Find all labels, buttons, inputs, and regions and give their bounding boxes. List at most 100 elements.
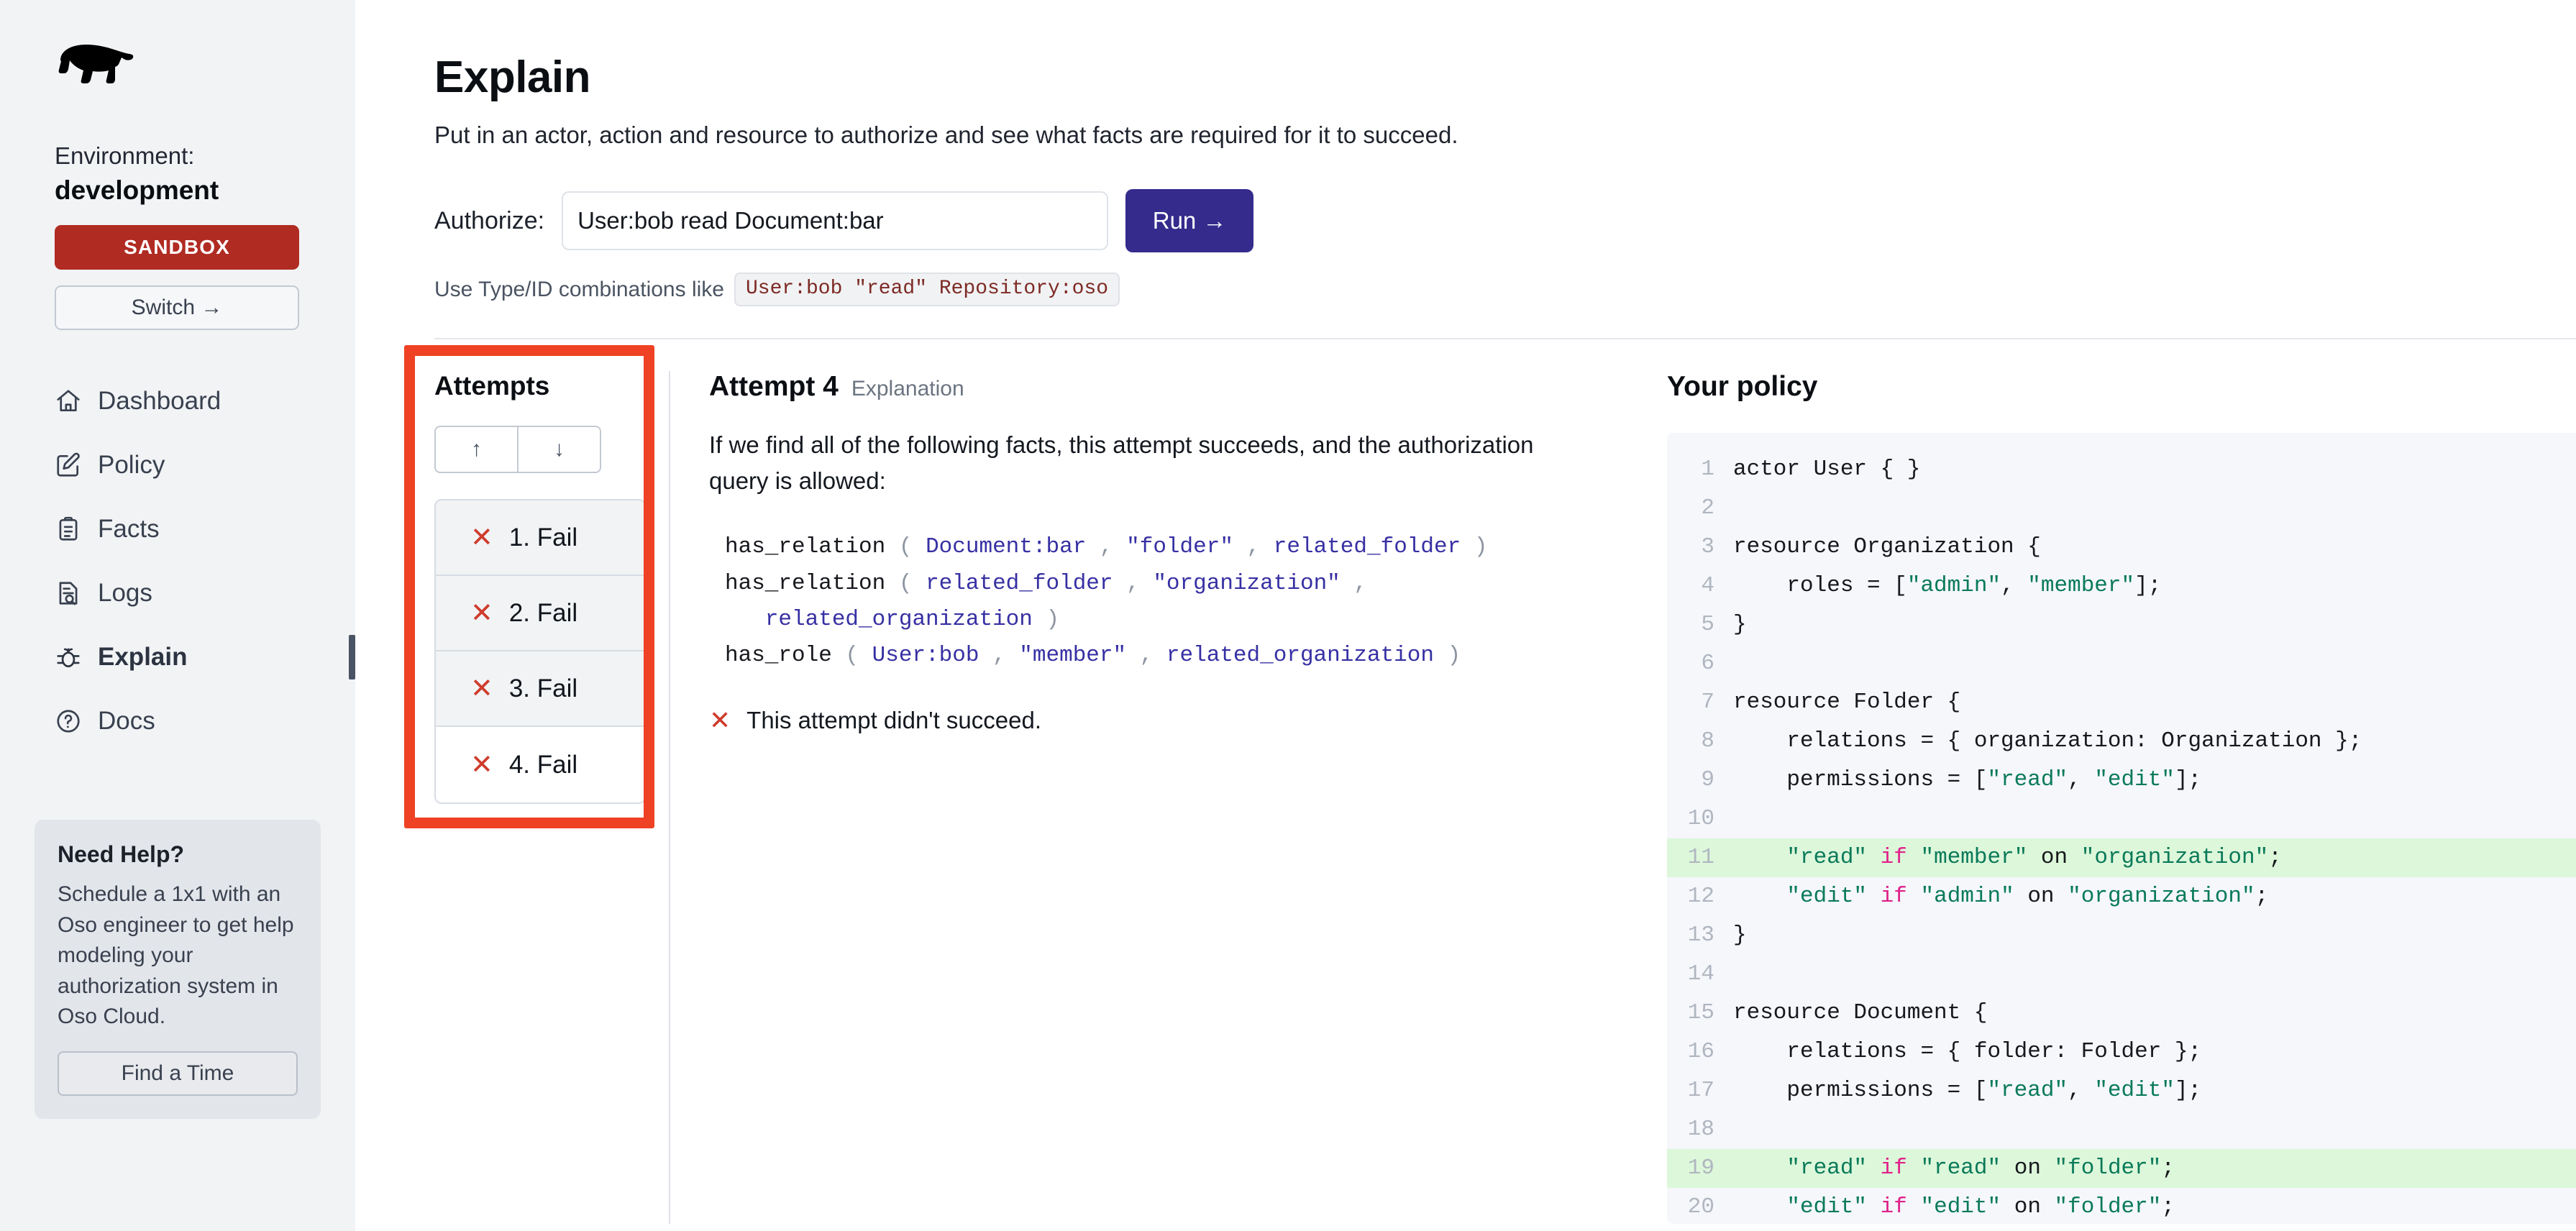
sidebar-item-label: Dashboard: [98, 387, 221, 416]
question-circle-icon: [57, 710, 80, 733]
code-line: 12 "edit" if "admin" on "organization";: [1667, 877, 2576, 916]
fact-line: has_relation ( Document:bar , "folder" ,…: [725, 529, 1641, 565]
logo[interactable]: [0, 39, 355, 108]
hint-code-chip: User:bob "read" Repository:oso: [734, 273, 1120, 306]
code-line: 16 relations = { folder: Folder };: [1667, 1033, 2576, 1071]
attempt-list-item[interactable]: ✕ 2. Fail: [436, 576, 644, 651]
x-icon: ✕: [709, 705, 731, 736]
fact-token: has_relation: [725, 534, 886, 560]
attempts-title: Attempts: [434, 371, 550, 401]
explanation-heading: Attempt 4: [709, 371, 839, 402]
attempts-sort-group: ↑ ↓: [434, 426, 601, 473]
sidebar: Environment: development SANDBOX Switch …: [0, 0, 355, 1231]
line-number: 19: [1687, 1156, 1714, 1181]
bug-icon: [57, 648, 80, 667]
sidebar-nav: Dashboard Policy Facts Logs Explain Docs: [0, 369, 355, 753]
sidebar-item-policy[interactable]: Policy: [0, 433, 355, 497]
sort-descending-button[interactable]: ↓: [518, 426, 601, 473]
code-line: 5}: [1667, 605, 2576, 644]
home-icon: [57, 390, 80, 411]
x-icon: ✕: [470, 522, 493, 553]
code-text: relations = { organization: Organization…: [1733, 728, 2362, 754]
fact-token: User:bob: [872, 642, 979, 668]
line-number: 16: [1687, 1039, 1714, 1064]
code-line: 20 "edit" if "edit" on "folder";: [1667, 1188, 2576, 1224]
fact-token: ,: [1113, 570, 1154, 596]
fact-token: (: [831, 642, 872, 668]
active-nav-indicator: [349, 635, 355, 680]
code-line: 13}: [1667, 916, 2576, 955]
fact-token: related_folder: [1273, 534, 1461, 560]
environment-value: development: [55, 175, 219, 206]
line-number: 10: [1687, 806, 1714, 831]
attempt-label: 2. Fail: [508, 598, 578, 627]
attempt-label: 4. Fail: [508, 750, 578, 779]
fact-line: has_role ( User:bob , "member" , related…: [725, 638, 1641, 674]
sidebar-item-label: Logs: [98, 579, 152, 608]
line-number: 12: [1687, 884, 1714, 909]
run-button[interactable]: Run →: [1125, 189, 1254, 252]
attempts-list: ✕ 1. Fail ✕ 2. Fail ✕ 3. Fail ✕ 4. Fail: [434, 499, 646, 804]
attempt-label: 1. Fail: [508, 523, 578, 552]
fact-token: "organization": [1153, 570, 1340, 596]
fact-token: ,: [979, 642, 1020, 668]
attempt-label: 3. Fail: [508, 674, 578, 703]
line-number: 9: [1701, 767, 1714, 792]
x-icon: ✕: [470, 598, 493, 628]
fact-token: related_folder: [926, 570, 1113, 596]
find-a-time-button[interactable]: Find a Time: [58, 1051, 298, 1096]
main-content: Explain Put in an actor, action and reso…: [355, 0, 2576, 1231]
explanation-paragraph: If we find all of the following facts, t…: [709, 431, 1534, 495]
environment-block: Environment: development SANDBOX Switch …: [0, 108, 355, 331]
authorize-input[interactable]: [562, 191, 1109, 250]
code-line: 3 resource Organization {: [1667, 528, 2576, 567]
sort-ascending-button[interactable]: ↑: [434, 426, 518, 473]
sidebar-item-docs[interactable]: Docs: [0, 689, 355, 753]
fact-token: has_relation: [725, 570, 886, 596]
policy-code-block[interactable]: 1 actor User { } 2 3 resource Organization {…: [1667, 433, 2576, 1224]
code-text: }: [1733, 923, 1747, 948]
line-number: 7: [1701, 690, 1714, 715]
app-root: Environment: development SANDBOX Switch …: [0, 0, 2576, 1231]
sidebar-item-logs[interactable]: Logs: [0, 561, 355, 625]
line-number: 4: [1701, 573, 1714, 598]
sidebar-item-label: Facts: [98, 515, 160, 544]
page-subtitle: Put in an actor, action and resource to …: [434, 122, 1458, 148]
sidebar-item-label: Policy: [98, 451, 165, 480]
line-number: 18: [1687, 1117, 1714, 1142]
code-text: resource Folder {: [1733, 690, 1961, 715]
sidebar-item-dashboard[interactable]: Dashboard: [0, 369, 355, 433]
code-line: 14: [1667, 955, 2576, 994]
code-line: 18: [1667, 1110, 2576, 1149]
sidebar-item-explain[interactable]: Explain: [0, 625, 355, 689]
explanation-panel: Attempt 4 Explanation If we find all of …: [670, 371, 1641, 1224]
code-text: roles = ["admin", "member"];: [1733, 573, 2162, 598]
fact-token: related_organization: [1166, 642, 1434, 668]
sidebar-item-facts[interactable]: Facts: [0, 497, 355, 561]
environment-label: Environment:: [55, 142, 195, 169]
code-text: permissions = ["read", "edit"];: [1733, 767, 2202, 792]
fact-token: ): [1433, 642, 1461, 668]
attempt-result-text: This attempt didn't succeed.: [746, 707, 1042, 734]
sidebar-item-label: Explain: [98, 643, 188, 672]
attempt-list-item[interactable]: ✕ 3. Fail: [436, 651, 644, 727]
fact-token: ,: [1126, 642, 1166, 668]
attempts-panel: Attempts ↑ ↓ ✕ 1. Fail ✕ 2. Fail ✕ 3. Fa…: [404, 345, 654, 1224]
fact-token: ): [1461, 534, 1488, 560]
code-text: actor User { }: [1733, 457, 1921, 482]
code-line: 15 resource Document {: [1667, 994, 2576, 1033]
page-title: Explain: [434, 52, 591, 102]
sidebar-item-label: Docs: [98, 707, 155, 736]
attempt-list-item[interactable]: ✕ 4. Fail: [436, 727, 644, 802]
help-card-body: Schedule a 1x1 with an Oso engineer to g…: [58, 882, 294, 1029]
authorize-hint: Use Type/ID combinations like User:bob "…: [434, 273, 2576, 306]
fact-token: ,: [1233, 534, 1274, 560]
line-number: 3: [1701, 534, 1714, 559]
switch-environment-button[interactable]: Switch →: [55, 285, 299, 331]
bear-logo-icon: [58, 45, 134, 83]
attempt-list-item[interactable]: ✕ 1. Fail: [436, 500, 644, 576]
code-line: 10: [1667, 800, 2576, 838]
clipboard-list-icon: [59, 516, 78, 541]
line-number: 11: [1687, 845, 1714, 870]
code-line: 19 "read" if "read" on "folder";: [1667, 1149, 2576, 1188]
